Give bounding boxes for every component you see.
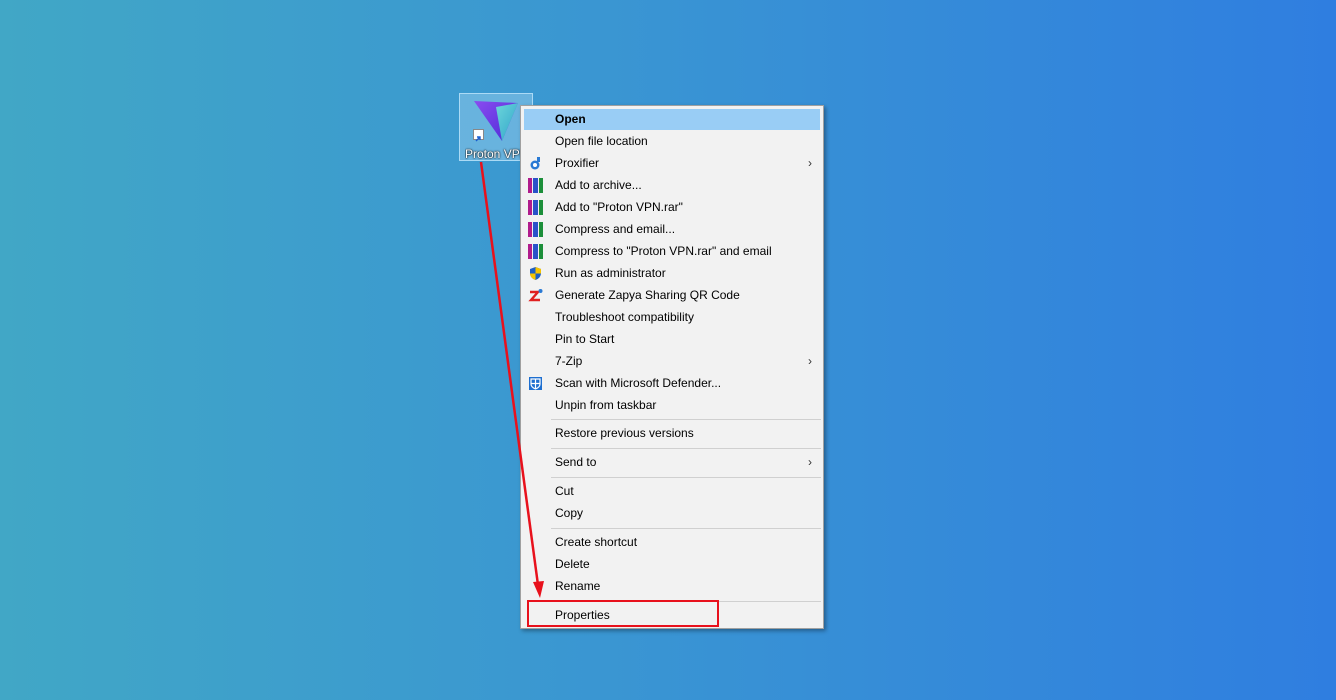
menu-item-label: Add to archive...: [555, 178, 642, 192]
menu-item-unpin-from-taskbar[interactable]: Unpin from taskbar: [524, 395, 820, 416]
menu-item-proxifier[interactable]: Proxifier ›: [524, 153, 820, 174]
winrar-icon: [528, 222, 543, 237]
menu-separator: [551, 448, 821, 449]
menu-item-label: Add to "Proton VPN.rar": [555, 200, 683, 214]
menu-item-label: Pin to Start: [555, 332, 615, 346]
menu-separator: [551, 601, 821, 602]
menu-item-label: Properties: [555, 608, 610, 622]
menu-item-properties[interactable]: Properties: [524, 605, 820, 626]
menu-item-open-file-location[interactable]: Open file location: [524, 131, 820, 152]
menu-separator: [551, 477, 821, 478]
menu-item-label: Compress and email...: [555, 222, 676, 236]
menu-item-label: Cut: [555, 484, 574, 498]
uac-shield-icon: [530, 267, 541, 280]
menu-item-label: Rename: [555, 579, 601, 593]
menu-item-copy[interactable]: Copy: [524, 503, 820, 524]
chevron-right-icon: ›: [808, 354, 812, 368]
menu-item-create-shortcut[interactable]: Create shortcut: [524, 532, 820, 553]
winrar-icon: [528, 244, 543, 259]
menu-item-compress-and-email[interactable]: Compress and email...: [524, 219, 820, 240]
menu-item-cut[interactable]: Cut: [524, 481, 820, 502]
zapya-icon: [528, 289, 543, 302]
proxifier-icon: [530, 157, 540, 170]
menu-item-send-to[interactable]: Send to ›: [524, 452, 820, 473]
menu-item-open[interactable]: Open: [524, 109, 820, 130]
menu-item-label: Run as administrator: [555, 266, 666, 280]
menu-separator: [551, 419, 821, 420]
menu-item-label: Proxifier: [555, 156, 600, 170]
menu-item-label: 7-Zip: [555, 354, 583, 368]
menu-item-label: Restore previous versions: [555, 426, 694, 440]
menu-item-label: Unpin from taskbar: [555, 398, 657, 412]
menu-item-add-to-archive[interactable]: Add to archive...: [524, 175, 820, 196]
menu-item-troubleshoot-compatibility[interactable]: Troubleshoot compatibility: [524, 307, 820, 328]
menu-item-label: Generate Zapya Sharing QR Code: [555, 288, 740, 302]
menu-separator: [551, 528, 821, 529]
menu-item-compress-to-rar-and-email[interactable]: Compress to "Proton VPN.rar" and email: [524, 241, 820, 262]
menu-item-label: Send to: [555, 455, 597, 469]
menu-item-run-as-administrator[interactable]: Run as administrator: [524, 263, 820, 284]
chevron-right-icon: ›: [808, 455, 812, 469]
menu-item-label: Scan with Microsoft Defender...: [555, 376, 722, 390]
menu-item-label: Create shortcut: [555, 535, 638, 549]
menu-item-delete[interactable]: Delete: [524, 554, 820, 575]
winrar-icon: [528, 178, 543, 193]
menu-item-label: Compress to "Proton VPN.rar" and email: [555, 244, 772, 258]
menu-item-label: Delete: [555, 557, 590, 571]
shortcut-arrow-icon: [473, 129, 484, 142]
menu-item-label: Copy: [555, 506, 584, 520]
menu-item-pin-to-start[interactable]: Pin to Start: [524, 329, 820, 350]
menu-item-7zip[interactable]: 7-Zip ›: [524, 351, 820, 372]
menu-item-label: Troubleshoot compatibility: [555, 310, 694, 324]
menu-item-rename[interactable]: Rename: [524, 576, 820, 597]
menu-item-label: Open file location: [555, 134, 648, 148]
defender-icon: [529, 377, 542, 390]
menu-item-label: Open: [555, 112, 586, 126]
menu-item-zapya-qr[interactable]: Generate Zapya Sharing QR Code: [524, 285, 820, 306]
context-menu: Open Open file location Proxifier › Add …: [520, 105, 824, 629]
chevron-right-icon: ›: [808, 156, 812, 170]
menu-item-scan-with-defender[interactable]: Scan with Microsoft Defender...: [524, 373, 820, 394]
menu-item-restore-previous-versions[interactable]: Restore previous versions: [524, 423, 820, 444]
winrar-icon: [528, 200, 543, 215]
menu-item-add-to-rar[interactable]: Add to "Proton VPN.rar": [524, 197, 820, 218]
